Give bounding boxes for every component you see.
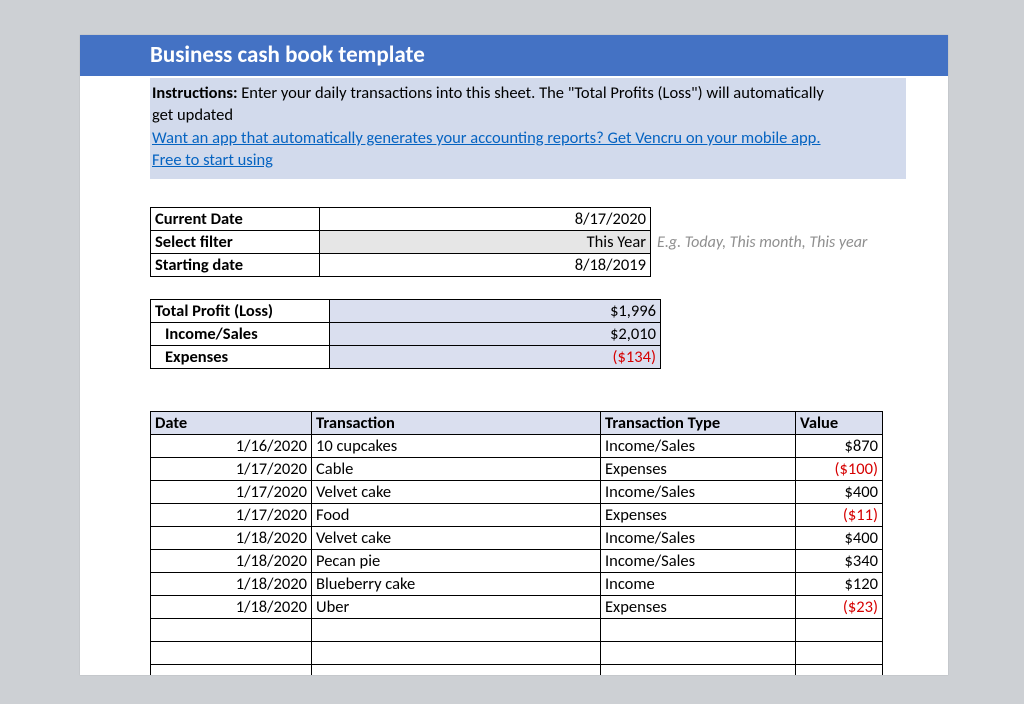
table-row[interactable]: 1/17/2020FoodExpenses($11) (151, 504, 883, 527)
cell-transaction[interactable]: 10 cupcakes (312, 435, 601, 458)
table-row[interactable]: 1/17/2020CableExpenses($100) (151, 458, 883, 481)
cell-type[interactable]: Income/Sales (601, 550, 796, 573)
cell-transaction[interactable]: Uber (312, 596, 601, 619)
cell-value[interactable]: $400 (796, 481, 883, 504)
cell-date[interactable]: 1/18/2020 (151, 596, 312, 619)
cell-date[interactable]: 1/17/2020 (151, 458, 312, 481)
cell-type[interactable]: Income/Sales (601, 527, 796, 550)
cell-value[interactable]: $870 (796, 435, 883, 458)
summary-table: Total Profit (Loss) $1,996 Income/Sales … (150, 299, 661, 369)
cell-type[interactable]: Expenses (601, 596, 796, 619)
starting-date-label: Starting date (151, 254, 320, 277)
instructions-label: Instructions: (152, 83, 238, 103)
filter-hint: E.g. Today, This month, This year (657, 233, 867, 252)
cell-value[interactable]: $400 (796, 527, 883, 550)
cell-value[interactable]: $340 (796, 550, 883, 573)
cell-empty[interactable] (312, 665, 601, 675)
filter-row: Select filter This Year (151, 231, 651, 254)
cell-empty[interactable] (796, 619, 883, 642)
starting-date-row: Starting date 8/18/2019 (151, 254, 651, 277)
instructions-box: Instructions: Enter your daily transacti… (150, 78, 906, 179)
cell-transaction[interactable]: Velvet cake (312, 481, 601, 504)
col-type[interactable]: Transaction Type (601, 412, 796, 435)
current-date-row: Current Date 8/17/2020 (151, 208, 651, 231)
cell-empty[interactable] (151, 642, 312, 665)
cell-empty[interactable] (601, 665, 796, 675)
table-row-empty[interactable] (151, 642, 883, 665)
table-row-empty[interactable] (151, 619, 883, 642)
income-label: Income/Sales (151, 323, 330, 346)
cell-date[interactable]: 1/16/2020 (151, 435, 312, 458)
starting-date-value[interactable]: 8/18/2019 (320, 254, 651, 277)
transactions-header-row: Date Transaction Transaction Type Value (151, 412, 883, 435)
cell-type[interactable]: Income/Sales (601, 435, 796, 458)
cell-type[interactable]: Income (601, 573, 796, 596)
cell-date[interactable]: 1/18/2020 (151, 550, 312, 573)
cell-value[interactable]: ($11) (796, 504, 883, 527)
col-transaction[interactable]: Transaction (312, 412, 601, 435)
transactions-table: Date Transaction Transaction Type Value … (150, 411, 883, 675)
col-date[interactable]: Date (151, 412, 312, 435)
instructions-text-1: Enter your daily transactions into this … (238, 83, 824, 103)
cell-type[interactable]: Income/Sales (601, 481, 796, 504)
cell-empty[interactable] (151, 665, 312, 675)
table-row[interactable]: 1/18/2020UberExpenses($23) (151, 596, 883, 619)
cell-transaction[interactable]: Blueberry cake (312, 573, 601, 596)
cell-transaction[interactable]: Cable (312, 458, 601, 481)
promo-link-line1[interactable]: Want an app that automatically generates… (152, 128, 821, 148)
cell-empty[interactable] (796, 665, 883, 675)
table-row-empty[interactable] (151, 665, 883, 675)
expenses-row: Expenses ($134) (151, 346, 661, 369)
cell-transaction[interactable]: Pecan pie (312, 550, 601, 573)
date-filter-table: Current Date 8/17/2020 Select filter Thi… (150, 207, 651, 277)
cell-value[interactable]: $120 (796, 573, 883, 596)
cell-empty[interactable] (312, 642, 601, 665)
cell-empty[interactable] (796, 642, 883, 665)
page-title: Business cash book template (80, 35, 948, 76)
income-row: Income/Sales $2,010 (151, 323, 661, 346)
expenses-value: ($134) (330, 346, 661, 369)
table-row[interactable]: 1/17/2020Velvet cakeIncome/Sales$400 (151, 481, 883, 504)
cell-value[interactable]: ($100) (796, 458, 883, 481)
cell-empty[interactable] (601, 642, 796, 665)
total-profit-label: Total Profit (Loss) (151, 300, 330, 323)
cell-transaction[interactable]: Velvet cake (312, 527, 601, 550)
col-value[interactable]: Value (796, 412, 883, 435)
filter-label: Select filter (151, 231, 320, 254)
cell-value[interactable]: ($23) (796, 596, 883, 619)
instructions-text-2: get updated (152, 105, 233, 125)
income-value: $2,010 (330, 323, 661, 346)
total-profit-row: Total Profit (Loss) $1,996 (151, 300, 661, 323)
cell-date[interactable]: 1/18/2020 (151, 573, 312, 596)
filter-value[interactable]: This Year (320, 231, 651, 254)
cell-empty[interactable] (312, 619, 601, 642)
total-profit-value: $1,996 (330, 300, 661, 323)
cell-date[interactable]: 1/18/2020 (151, 527, 312, 550)
cell-type[interactable]: Expenses (601, 458, 796, 481)
cell-type[interactable]: Expenses (601, 504, 796, 527)
table-row[interactable]: 1/16/202010 cupcakesIncome/Sales$870 (151, 435, 883, 458)
table-row[interactable]: 1/18/2020Pecan pieIncome/Sales$340 (151, 550, 883, 573)
table-row[interactable]: 1/18/2020Blueberry cakeIncome$120 (151, 573, 883, 596)
cell-date[interactable]: 1/17/2020 (151, 481, 312, 504)
cell-transaction[interactable]: Food (312, 504, 601, 527)
spreadsheet-page: Business cash book template Instructions… (80, 35, 948, 675)
expenses-label: Expenses (151, 346, 330, 369)
cell-empty[interactable] (601, 619, 796, 642)
current-date-value[interactable]: 8/17/2020 (320, 208, 651, 231)
cell-empty[interactable] (151, 619, 312, 642)
promo-link-line2[interactable]: Free to start using (152, 150, 273, 170)
current-date-label: Current Date (151, 208, 320, 231)
cell-date[interactable]: 1/17/2020 (151, 504, 312, 527)
content-area: Current Date 8/17/2020 Select filter Thi… (80, 179, 948, 675)
table-row[interactable]: 1/18/2020Velvet cakeIncome/Sales$400 (151, 527, 883, 550)
